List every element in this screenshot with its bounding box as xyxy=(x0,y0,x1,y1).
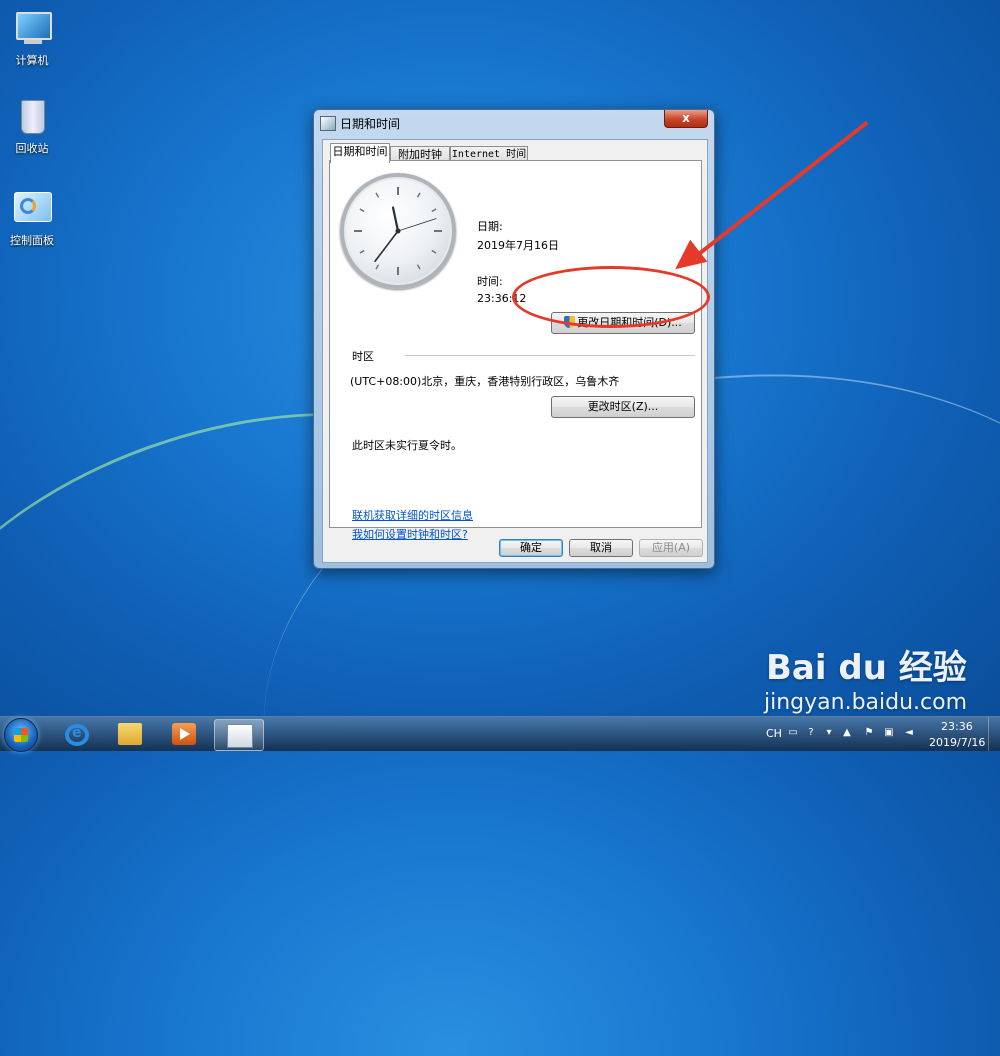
tray-clock-date[interactable]: 2019/7/16 xyxy=(929,736,985,749)
tray-settings-icon[interactable]: ▾ xyxy=(822,727,836,739)
analog-clock xyxy=(340,173,456,289)
recycle-bin-icon xyxy=(12,96,52,136)
keyboard-icon[interactable]: ▭ xyxy=(786,727,800,739)
taskbar-item-media-player[interactable] xyxy=(160,719,208,749)
dst-note: 此时区未实行夏令时。 xyxy=(352,439,462,452)
dialog-client-area: 日期和时间 附加时钟 Internet 时间 日期: 2019年7月16日 时间… xyxy=(322,139,708,563)
tab-date-time[interactable]: 日期和时间 xyxy=(330,143,390,163)
tab-panel-date-time: 日期: 2019年7月16日 时间: 23:36:12 更改日期和时间(D)..… xyxy=(329,160,702,541)
folder-icon xyxy=(118,723,142,745)
ok-button[interactable]: 确定 xyxy=(499,539,563,557)
clock-hour-hand xyxy=(391,206,400,233)
how-to-set-clock-link[interactable]: 我如何设置时钟和时区? xyxy=(352,526,468,542)
taskbar-item-windows-explorer[interactable] xyxy=(106,719,154,749)
show-hidden-icons-icon[interactable]: ▲ xyxy=(840,727,854,739)
clock-tick xyxy=(359,249,365,254)
baidu-watermark-url: jingyan.baidu.com xyxy=(764,690,968,715)
computer-icon xyxy=(12,8,52,48)
calendar-clock-icon xyxy=(227,724,253,748)
desktop-icon-computer[interactable]: 计算机 xyxy=(0,8,64,68)
clock-center-pin xyxy=(395,228,401,234)
clock-tick xyxy=(375,192,380,198)
help-icon[interactable]: ? xyxy=(804,727,818,739)
clock-second-hand xyxy=(397,218,437,232)
clock-tick xyxy=(431,249,437,254)
clock-tick xyxy=(416,192,421,198)
desktop-icon-recycle-bin[interactable]: 回收站 xyxy=(0,96,64,156)
date-value: 2019年7月16日 xyxy=(477,239,559,252)
cancel-button[interactable]: 取消 xyxy=(569,539,633,557)
control-panel-icon xyxy=(12,188,52,228)
show-desktop-button[interactable] xyxy=(988,717,1000,751)
clock-tick xyxy=(359,208,365,213)
timezone-heading: 时区 xyxy=(352,350,374,363)
annotation-highlight-ellipse xyxy=(512,266,710,328)
calendar-clock-icon xyxy=(320,116,336,131)
desktop-icon-control-panel[interactable]: 控制面板 xyxy=(0,188,64,248)
clock-tick xyxy=(375,264,380,270)
clock-face xyxy=(354,187,442,275)
network-icon[interactable]: ▣ xyxy=(882,727,896,739)
desktop-icon-label: 回收站 xyxy=(15,142,49,155)
volume-icon[interactable]: ◄ xyxy=(902,727,916,739)
change-timezone-button[interactable]: 更改时区(Z)... xyxy=(551,396,695,418)
date-label: 日期: xyxy=(477,220,503,233)
taskbar: CH ▭ ? ▾ ▲ ⚑ ▣ ◄ 23:36 2019/7/16 xyxy=(0,716,1000,752)
time-label: 时间: xyxy=(477,275,503,288)
tray-language[interactable]: CH xyxy=(766,727,782,740)
date-time-dialog: 日期和时间 x 日期和时间 附加时钟 Internet 时间 日期: 2019年… xyxy=(313,109,715,569)
clock-tick xyxy=(431,208,437,213)
taskbar-item-date-time[interactable] xyxy=(214,719,264,751)
dialog-title: 日期和时间 xyxy=(340,117,401,131)
taskbar-item-internet-explorer[interactable] xyxy=(52,719,100,749)
title-bar[interactable]: 日期和时间 x xyxy=(314,110,714,134)
internet-explorer-icon xyxy=(65,724,89,746)
clock-tick xyxy=(416,264,421,270)
action-center-flag-icon[interactable]: ⚑ xyxy=(862,727,876,739)
tray-clock-time[interactable]: 23:36 xyxy=(941,720,973,733)
media-player-icon xyxy=(172,723,196,745)
timezone-info-link[interactable]: 联机获取详细的时区信息 xyxy=(352,507,473,523)
timezone-value: (UTC+08:00)北京，重庆，香港特别行政区，乌鲁木齐 xyxy=(350,375,620,388)
desktop-icon-label: 控制面板 xyxy=(10,234,54,247)
start-button[interactable] xyxy=(4,718,38,752)
apply-button[interactable]: 应用(A) xyxy=(639,539,703,557)
timezone-separator xyxy=(405,355,695,356)
baidu-watermark-logo: Bai du 经验 xyxy=(766,648,967,688)
clock-minute-hand xyxy=(374,230,399,263)
close-button[interactable]: x xyxy=(664,110,708,128)
desktop-icon-label: 计算机 xyxy=(15,54,49,67)
